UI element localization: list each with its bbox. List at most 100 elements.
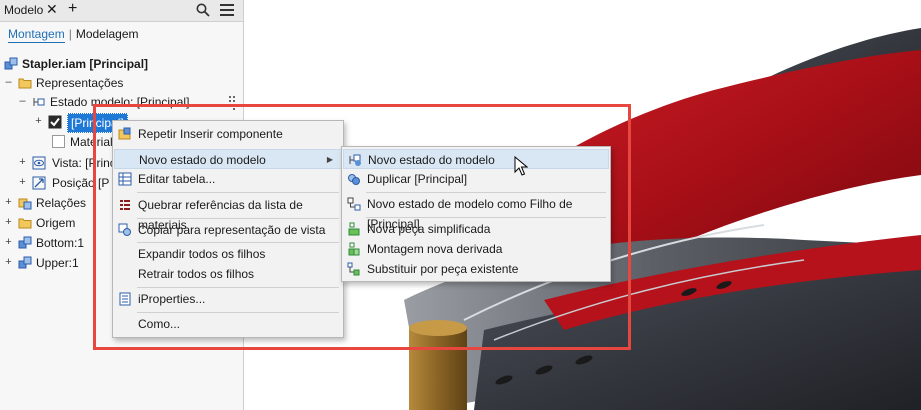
insert-component-icon	[118, 127, 131, 140]
menu-item-label: Repetir Inserir componente	[138, 127, 283, 141]
tree-item-material[interactable]: Material	[52, 133, 113, 151]
expand-toggle[interactable]: +	[4, 257, 13, 268]
submenu-item-filho[interactable]: Novo estado de modelo como Filho de [Pri…	[343, 194, 609, 231]
assembly-icon	[4, 57, 18, 70]
tab-modelagem[interactable]: Modelagem	[76, 27, 139, 41]
menu-item-label: iProperties...	[138, 292, 206, 306]
tree-root[interactable]: Stapler.iam [Principal]	[4, 55, 234, 73]
submenu-item-label: Novo estado do modelo	[368, 153, 495, 167]
tree-item-origem[interactable]: + Origem	[4, 214, 104, 232]
submenu-arrow-icon: ▶	[326, 155, 333, 164]
tree-item-representacoes[interactable]: – Representações	[4, 74, 234, 92]
iproperties-icon	[119, 292, 131, 306]
submenu-item-duplicar[interactable]: Duplicar [Principal]	[343, 169, 609, 189]
table-icon	[118, 172, 132, 186]
menu-item-label: Novo estado do modelo	[139, 153, 266, 167]
add-tab-icon[interactable]: +	[68, 0, 77, 18]
tree-label-vista: Vista: [Princi	[52, 156, 119, 170]
part-icon	[18, 236, 32, 249]
expand-toggle[interactable]: +	[4, 217, 13, 228]
tree-status-icon	[229, 96, 235, 110]
context-menu: Repetir Inserir componente Novo estado d…	[112, 120, 344, 338]
tree-item-estado-modelo[interactable]: – Estado modelo: [Principal]	[18, 93, 240, 111]
expand-toggle[interactable]: +	[4, 197, 13, 208]
collapse-toggle[interactable]: –	[4, 77, 13, 88]
expand-toggle[interactable]: +	[4, 237, 13, 248]
menu-separator	[137, 312, 339, 313]
close-icon[interactable]: ✕	[46, 1, 58, 18]
submenu-item-substituir[interactable]: Substituir por peça existente	[343, 259, 609, 279]
tree-item-posicao[interactable]: + Posição [P	[18, 174, 118, 192]
tree-item-bottom[interactable]: + Bottom:1	[4, 234, 104, 252]
tree-item-upper[interactable]: + Upper:1	[4, 254, 104, 272]
menu-item-editar-tabela[interactable]: Editar tabela...	[114, 169, 342, 189]
tree-label-posicao: Posição	[52, 176, 95, 190]
model-state-icon	[33, 98, 45, 106]
submenu-item-novo-estado[interactable]: Novo estado do modelo	[343, 149, 609, 169]
tree-label-posicao-suffix: [P	[98, 176, 110, 190]
tree-label-estado-modelo: Estado modelo: [Principal]	[50, 95, 190, 109]
menu-item-iproperties[interactable]: iProperties...	[114, 289, 342, 309]
search-icon[interactable]	[196, 3, 210, 17]
submenu-item-label: Substituir por peça existente	[367, 262, 519, 276]
duplicate-icon	[348, 174, 360, 185]
collapse-toggle[interactable]: –	[18, 96, 27, 107]
checkbox-checked-icon[interactable]	[48, 115, 62, 129]
submenu-item-label: Duplicar [Principal]	[367, 172, 468, 186]
submenu-novo-estado: Novo estado do modelo Duplicar [Principa…	[341, 146, 611, 282]
positional-representation-icon	[32, 176, 46, 190]
menu-item-retrair-filhos[interactable]: Retrair todos os filhos	[114, 264, 342, 284]
tree-label-material: Material	[70, 135, 113, 149]
mode-switch: Montagem | Modelagem	[8, 27, 139, 43]
expand-toggle[interactable]: +	[18, 177, 27, 188]
submenu-item-peca-simplificada[interactable]: Nova peça simplificada	[343, 219, 609, 239]
new-model-state-icon	[349, 154, 361, 166]
tree-root-label: Stapler.iam [Principal]	[22, 57, 149, 71]
menu-item-label: Copiar para representação de vista	[138, 223, 326, 237]
menu-item-quebrar-referencias[interactable]: Quebrar referências da lista de materiai…	[114, 195, 342, 232]
child-state-icon	[347, 197, 361, 211]
panel-header: Modelo ✕ +	[0, 0, 243, 22]
checkbox-unchecked-icon[interactable]	[52, 135, 65, 148]
copy-view-icon	[118, 223, 131, 236]
simplified-part-icon	[348, 222, 360, 236]
expand-toggle[interactable]: +	[18, 157, 27, 168]
tree-label-origem: Origem	[36, 216, 76, 230]
mode-separator: |	[68, 27, 72, 41]
menu-item-copiar-representacao[interactable]: Copiar para representação de vista	[114, 220, 342, 240]
submenu-item-montagem-derivada[interactable]: Montagem nova derivada	[343, 239, 609, 259]
tree-label-upper: Upper:1	[36, 256, 79, 270]
tree-label-bottom: Bottom:1	[36, 236, 85, 250]
menu-item-novo-estado[interactable]: Novo estado do modelo ▶	[114, 149, 342, 169]
panel-tab-title[interactable]: Modelo	[4, 3, 43, 17]
menu-separator	[366, 217, 606, 218]
menu-separator	[137, 287, 339, 288]
menu-item-como[interactable]: Como...	[114, 314, 342, 334]
derived-assembly-icon	[348, 242, 360, 256]
hamburger-menu-icon[interactable]	[220, 4, 234, 16]
menu-separator	[137, 192, 339, 193]
tree-item-vista[interactable]: + Vista: [Princi	[18, 154, 118, 172]
menu-item-repetir-inserir[interactable]: Repetir Inserir componente	[114, 124, 342, 144]
part-icon	[18, 256, 32, 269]
tree-item-relacoes[interactable]: + Relações	[4, 194, 104, 212]
relationships-icon	[18, 198, 32, 210]
view-representation-icon	[32, 156, 46, 170]
menu-separator	[137, 218, 339, 219]
submenu-item-label: Montagem nova derivada	[367, 242, 503, 256]
menu-item-label: Retrair todos os filhos	[138, 267, 255, 281]
substitute-part-icon	[347, 262, 360, 276]
menu-separator	[366, 192, 606, 193]
menu-item-label: Editar tabela...	[138, 172, 216, 186]
break-bom-icon	[120, 200, 130, 210]
menu-item-label: Expandir todos os filhos	[138, 247, 266, 261]
menu-item-expandir-filhos[interactable]: Expandir todos os filhos	[114, 244, 342, 264]
folder-icon	[18, 78, 32, 89]
menu-separator	[137, 242, 339, 243]
tab-montagem[interactable]: Montagem	[8, 27, 65, 43]
tree-label-representacoes: Representações	[36, 76, 124, 90]
submenu-item-label: Nova peça simplificada	[367, 222, 491, 236]
mouse-cursor-icon	[514, 156, 528, 176]
tree-label-relacoes: Relações	[36, 196, 87, 210]
expand-toggle[interactable]: +	[34, 116, 43, 127]
